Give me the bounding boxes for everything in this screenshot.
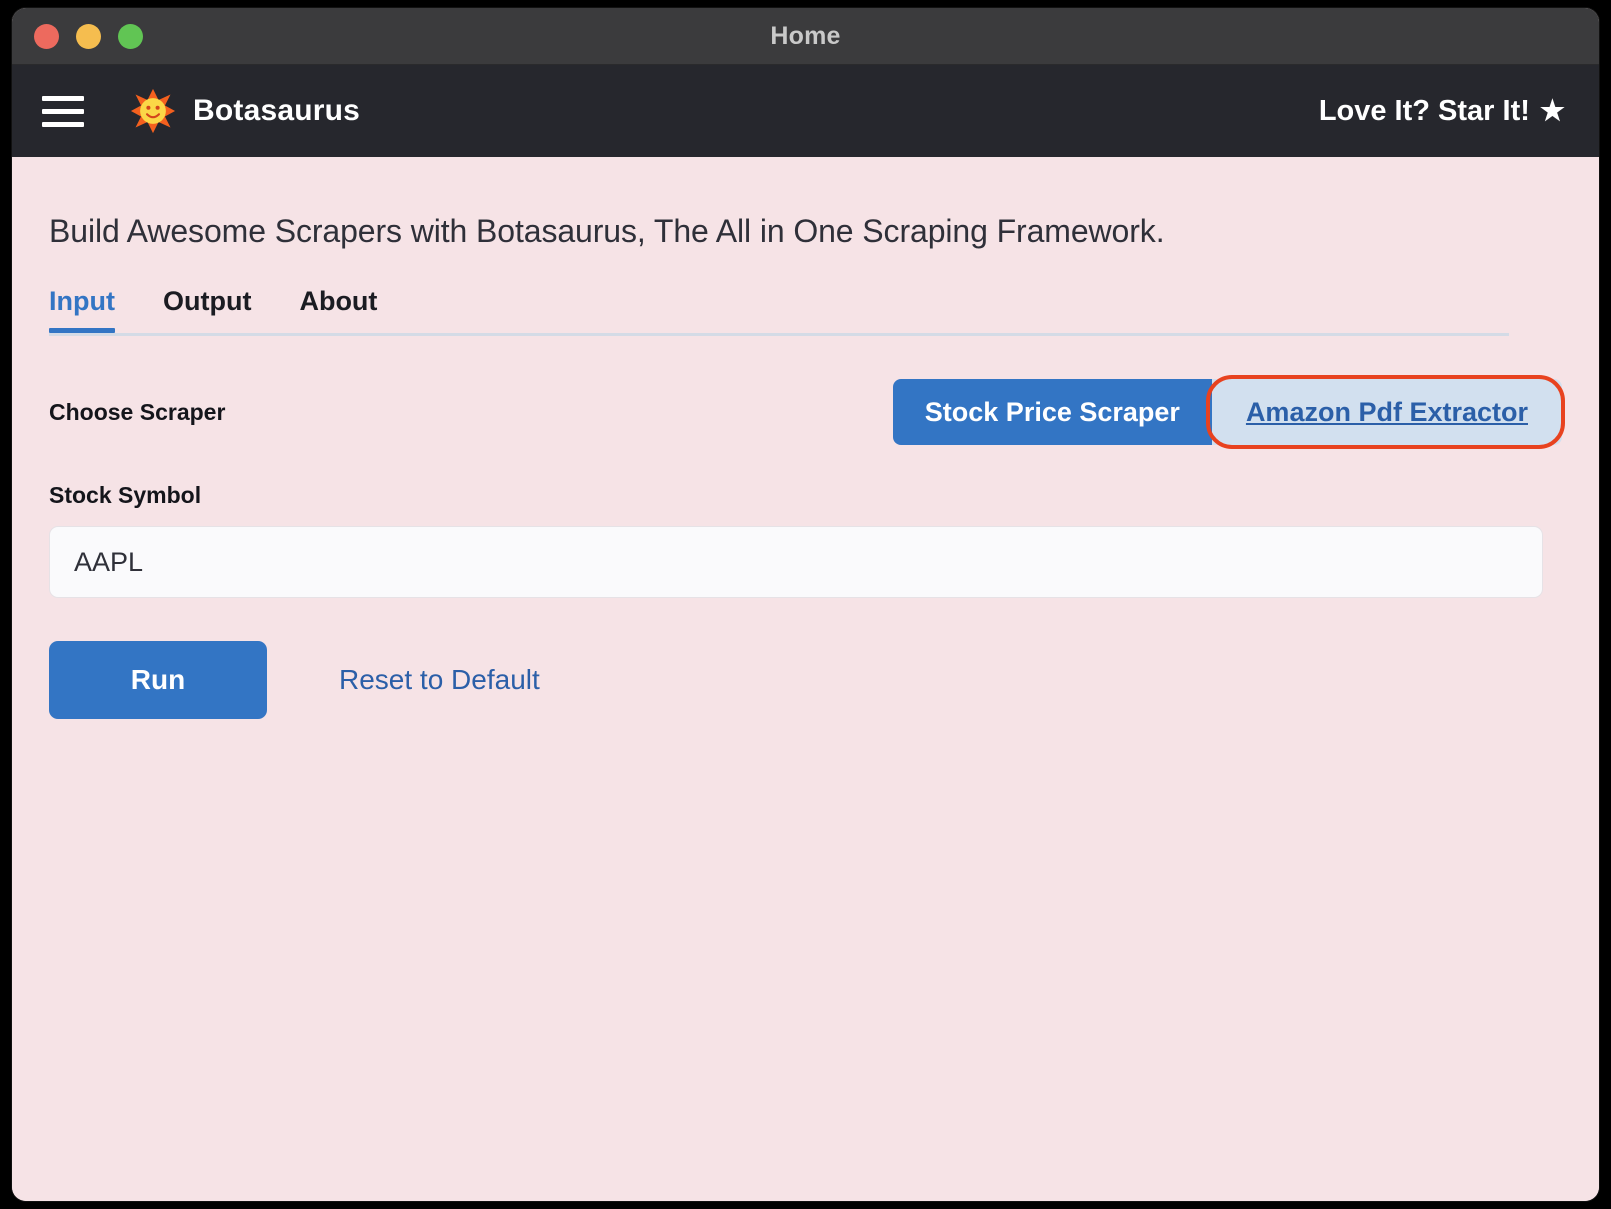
brand-name: Botasaurus bbox=[193, 94, 361, 127]
brand-link[interactable]: Botasaurus bbox=[130, 88, 360, 134]
main-content: Build Awesome Scrapers with Botasaurus, … bbox=[12, 157, 1599, 1201]
star-icon: ★ bbox=[1539, 95, 1565, 126]
tab-about[interactable]: About bbox=[275, 286, 401, 333]
form-actions: Run Reset to Default bbox=[49, 641, 1562, 719]
hamburger-bar bbox=[42, 108, 84, 114]
scraper-option-amazon-pdf-extractor[interactable]: Amazon Pdf Extractor bbox=[1211, 379, 1562, 445]
star-cta-label: Love It? Star It! bbox=[1318, 94, 1530, 127]
window-titlebar: Home bbox=[12, 8, 1599, 65]
star-repo-link[interactable]: Love It? Star It! ★ bbox=[1319, 95, 1565, 128]
tab-list: Input Output About bbox=[49, 286, 1562, 333]
app-window: Home Botasaurus Love It? Star It! ★ Buil… bbox=[12, 8, 1599, 1201]
hamburger-bar bbox=[42, 121, 84, 127]
hamburger-menu-icon[interactable] bbox=[40, 88, 86, 134]
reset-to-default-link[interactable]: Reset to Default bbox=[339, 664, 540, 696]
choose-scraper-row: Choose Scraper Stock Price Scraper Amazo… bbox=[49, 375, 1565, 449]
tabs-divider bbox=[49, 333, 1509, 336]
traffic-lights bbox=[12, 23, 143, 49]
top-navbar: Botasaurus Love It? Star It! ★ bbox=[12, 65, 1599, 157]
scraper-option-stock-price-scraper[interactable]: Stock Price Scraper bbox=[892, 379, 1212, 445]
scraper-selector: Stock Price Scraper Amazon Pdf Extractor bbox=[892, 375, 1565, 449]
page-headline: Build Awesome Scrapers with Botasaurus, … bbox=[49, 213, 1165, 249]
maximize-window-button[interactable] bbox=[118, 23, 143, 49]
stock-symbol-input[interactable] bbox=[49, 526, 1543, 598]
window-title: Home bbox=[770, 21, 841, 50]
sun-logo-icon bbox=[130, 88, 176, 134]
tabs-section: Input Output About bbox=[49, 286, 1562, 336]
run-button[interactable]: Run bbox=[49, 641, 267, 719]
hamburger-bar bbox=[42, 95, 84, 101]
tab-input[interactable]: Input bbox=[49, 286, 139, 333]
stock-symbol-label: Stock Symbol bbox=[49, 482, 202, 508]
minimize-window-button[interactable] bbox=[76, 23, 101, 49]
close-window-button[interactable] bbox=[34, 23, 59, 49]
tab-output[interactable]: Output bbox=[139, 286, 275, 333]
choose-scraper-label: Choose Scraper bbox=[49, 398, 226, 425]
